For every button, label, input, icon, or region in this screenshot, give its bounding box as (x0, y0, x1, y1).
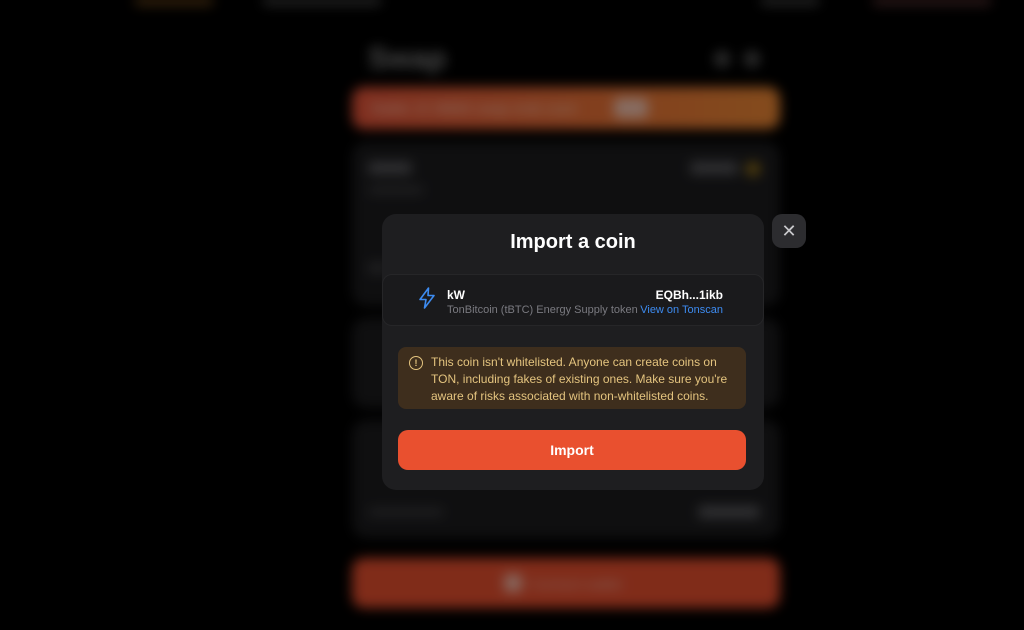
info-icon: ! (409, 356, 423, 370)
coin-name: TonBitcoin (tBTC) Energy Supply token (447, 304, 638, 316)
coin-address: EQBh...1ikb (655, 288, 723, 302)
tonscan-link[interactable]: View on Tonscan (640, 304, 723, 316)
coin-symbol: kW (447, 288, 465, 302)
modal-title: Import a coin (510, 231, 636, 253)
close-button[interactable]: ✕ (772, 214, 806, 248)
warning-box: ! This coin isn't whitelisted. Anyone ca… (398, 347, 746, 409)
lightning-icon (414, 285, 440, 311)
screen: Swap Stable 15 38684 swap ends soon Conn… (0, 0, 1024, 630)
close-icon: ✕ (781, 220, 797, 241)
import-button[interactable]: Import (398, 430, 746, 470)
import-coin-modal: Import a coin kW TonBitcoin (tBTC) Energ… (382, 214, 764, 490)
warning-text: This coin isn't whitelisted. Anyone can … (431, 355, 728, 403)
coin-info-card: kW TonBitcoin (tBTC) Energy Supply token… (382, 274, 764, 326)
